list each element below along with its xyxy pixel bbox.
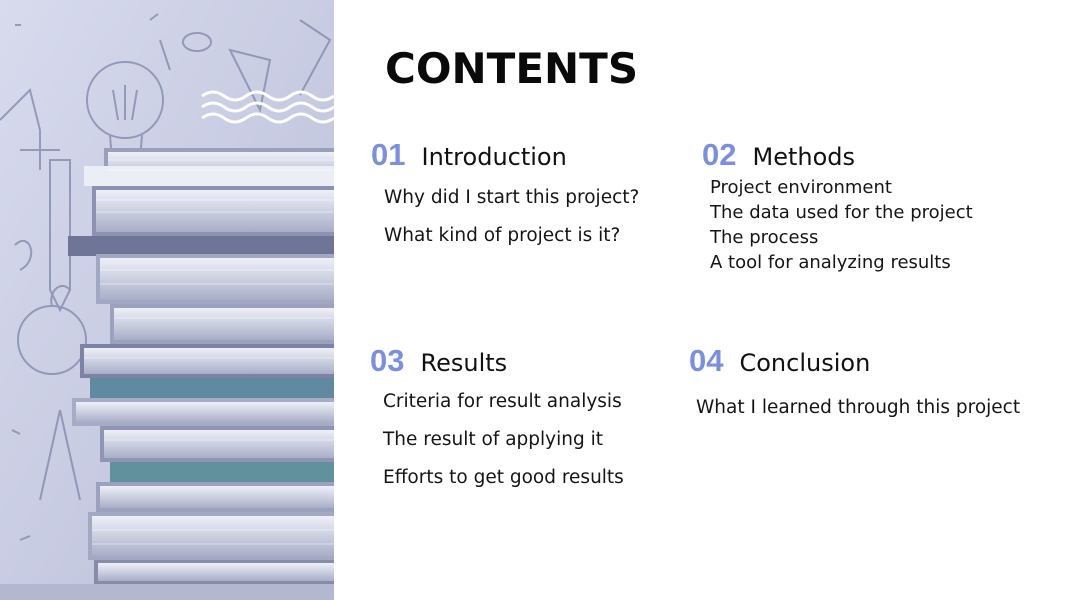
list-item: The result of applying it (383, 429, 604, 450)
section-number: 04 (689, 343, 724, 378)
list-item: The data used for the project (710, 202, 973, 223)
section-items: Project environment The data used for th… (710, 177, 973, 277)
section-title: Methods (752, 143, 855, 171)
list-item: Criteria for result analysis (383, 391, 622, 412)
section-items: Criteria for result analysis The result … (383, 391, 624, 505)
section-number: 01 (371, 137, 406, 172)
section-results: 03 Results Criteria for result analysis … (370, 343, 624, 505)
page-title: CONTENTS (385, 44, 639, 93)
section-header: 03 Results (370, 343, 624, 379)
list-item: The process (710, 227, 819, 248)
section-conclusion: 04 Conclusion What I learned through thi… (689, 343, 1020, 435)
section-number: 02 (702, 137, 737, 172)
list-item: What kind of project is it? (384, 225, 621, 246)
list-item: Efforts to get good results (383, 467, 624, 488)
list-item: Project environment (710, 177, 892, 198)
book-stack-photo (0, 0, 334, 600)
section-items: What I learned through this project (696, 397, 1020, 435)
section-title: Conclusion (739, 349, 871, 377)
section-title: Results (420, 349, 508, 377)
doodle-background (0, 0, 334, 600)
list-item: What I learned through this project (696, 397, 1021, 418)
list-item: A tool for analyzing results (710, 252, 951, 273)
section-number: 03 (370, 343, 405, 378)
section-items: Why did I start this project? What kind … (384, 187, 639, 263)
section-methods: 02 Methods Project environment The data … (702, 137, 973, 277)
section-header: 01 Introduction (371, 137, 639, 173)
list-item: Why did I start this project? (384, 187, 640, 208)
section-header: 04 Conclusion (689, 343, 1020, 379)
section-introduction: 01 Introduction Why did I start this pro… (371, 137, 639, 263)
section-title: Introduction (421, 143, 567, 171)
section-header: 02 Methods (702, 137, 973, 173)
